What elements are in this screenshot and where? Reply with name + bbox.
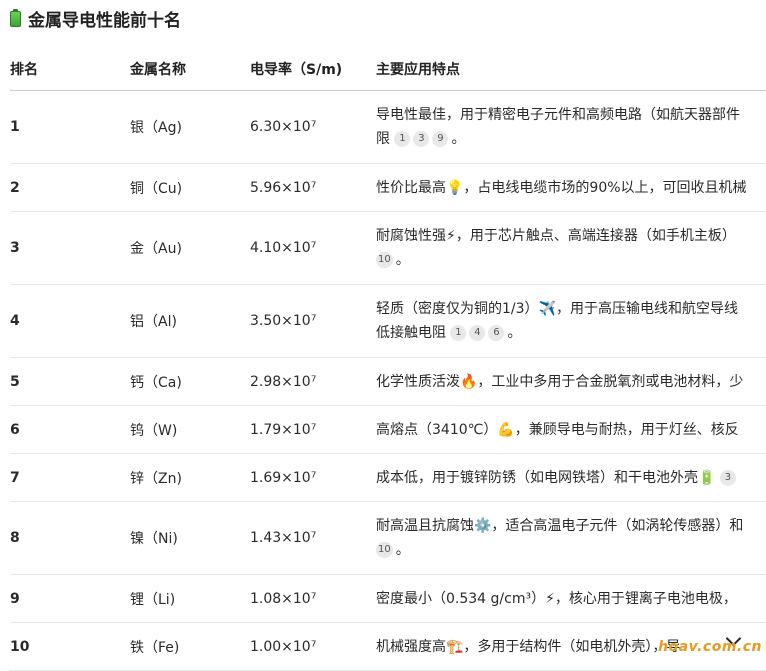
cell-application: 性价比最高💡，占电线电缆市场的90%以上，可回收且机械 [376,176,766,200]
application-line-1: 耐高温且抗腐蚀⚙️，适合高温电子元件（如涡轮传感器）和 [376,514,766,538]
page-title-text: 金属导电性能前十名 [28,10,181,31]
application-line-2: 10。 [376,538,766,562]
header-conductivity: 电导率（S/m) [250,62,343,78]
header-application: 主要应用特点 [376,62,460,78]
table-body: 1 银（Ag) 6.30×10⁷ 导电性最佳，用于精密电子元件和高频电路（如航天器部件… [10,91,766,671]
application-line-1: 密度最小（0.534 g/cm³）⚡，核心用于锂离子电池电极， [376,587,766,611]
application-tail: 。 [507,325,522,341]
cell-application: 耐高温且抗腐蚀⚙️，适合高温电子元件（如涡轮传感器）和 10。 [376,514,766,562]
table-row: 1 银（Ag) 6.30×10⁷ 导电性最佳，用于精密电子元件和高频电路（如航天器部件… [10,91,766,164]
citation-badge[interactable]: 3 [719,469,736,486]
cell-metal-name: 银（Ag) [130,120,182,136]
application-text: 高熔点（3410℃）💪，兼顾导电与耐热，用于灯丝、核反 [376,421,739,438]
cell-rank: 9 [10,590,20,607]
cell-conductivity: 1.79×10⁷ [250,421,317,438]
application-line-1: 高熔点（3410℃）💪，兼顾导电与耐热，用于灯丝、核反 [376,418,766,442]
table-row: 3 金（Au) 4.10×10⁷ 耐腐蚀性强⚡，用于芯片触点、高端连接器（如手机主板）… [10,212,766,285]
citation-badge[interactable]: 9 [432,131,449,147]
cell-conductivity: 1.00×10⁷ [250,638,317,655]
application-line-1: 化学性质活泼🔥，工业中多用于合金脱氧剂或电池材料，少 [376,370,766,394]
cell-conductivity: 1.08×10⁷ [250,590,317,607]
cell-rank: 8 [10,530,20,546]
application-text: 导电性最佳，用于精密电子元件和高频电路（如航天器部件 [376,107,740,123]
cell-metal-name: 铝（Al) [130,314,177,330]
table-row: 2 铜（Cu) 5.96×10⁷ 性价比最高💡，占电线电缆市场的90%以上，可回收且机… [10,164,766,212]
citation-badge[interactable]: 3 [413,131,430,147]
cell-conductivity: 6.30×10⁷ [250,119,317,135]
application-line-1: 轻质（密度仅为铜的1/3）✈️，用于高压输电线和航空导线 [376,297,766,321]
cell-rank: 5 [10,373,20,390]
citation-badge[interactable]: 6 [488,325,505,341]
application-line-1: 性价比最高💡，占电线电缆市场的90%以上，可回收且机械 [376,176,766,200]
cell-rank: 6 [10,421,20,438]
application-line-2: 低接触电阻 1 4 6。 [376,321,766,345]
cell-application: 耐腐蚀性强⚡，用于芯片触点、高端连接器（如手机主板） 10。 [376,224,766,272]
table-row: 8 镍（Ni) 1.43×10⁷ 耐高温且抗腐蚀⚙️，适合高温电子元件（如涡轮传感器）… [10,502,766,575]
cell-application: 密度最小（0.534 g/cm³）⚡，核心用于锂离子电池电极， [376,587,766,611]
citation-badge[interactable]: 1 [450,325,467,341]
table-row: 4 铝（Al) 3.50×10⁷ 轻质（密度仅为铜的1/3）✈️，用于高压输电线和航空… [10,285,766,358]
application-tail: 。 [451,131,466,147]
table-header: 排名 金属名称 电导率（S/m) 主要应用特点 [10,48,766,91]
application-text: 机械强度高🏗️，多用于结构件（如电机外壳），导 [376,638,681,655]
application-tail: 。 [395,542,410,558]
cell-rank: 1 [10,119,20,135]
cell-rank: 3 [10,240,20,256]
cell-conductivity: 1.69×10⁷ [250,469,317,486]
cell-metal-name: 铜（Cu) [130,180,183,197]
application-line-1: 耐腐蚀性强⚡，用于芯片触点、高端连接器（如手机主板） [376,224,766,248]
cell-application: 成本低，用于镀锌防锈（如电网铁塔）和干电池外壳🔋 3 [376,466,766,490]
cell-rank: 4 [10,313,20,329]
battery-icon [10,9,21,27]
application-text: 耐高温且抗腐蚀⚙️，适合高温电子元件（如涡轮传感器）和 [376,518,744,534]
cell-metal-name: 钨（W) [130,422,178,439]
cell-rank: 2 [10,179,20,196]
table-row: 7 锌（Zn) 1.69×10⁷ 成本低，用于镀锌防锈（如电网铁塔）和干电池外壳🔋 3 [10,454,766,502]
header-rank: 排名 [10,62,38,78]
page-title: 金属导电性能前十名 [10,5,181,31]
citation-badge[interactable]: 4 [469,325,486,341]
cell-conductivity: 3.50×10⁷ [250,313,317,329]
cell-metal-name: 镍（Ni) [130,531,178,547]
table-row: 5 钙（Ca) 2.98×10⁷ 化学性质活泼🔥，工业中多用于合金脱氧剂或电池材料，少 [10,358,766,406]
application-text: 低接触电阻 [376,325,446,341]
application-text: 轻质（密度仅为铜的1/3）✈️，用于高压输电线和航空导线 [376,301,738,317]
header-metal-name: 金属名称 [130,62,186,78]
cell-metal-name: 铁（Fe) [130,639,180,656]
citation-badge[interactable]: 10 [376,252,393,268]
table-row: 10 铁（Fe) 1.00×10⁷ 机械强度高🏗️，多用于结构件（如电机外壳），导 [10,623,766,671]
table-row: 6 钨（W) 1.79×10⁷ 高熔点（3410℃）💪，兼顾导电与耐热，用于灯丝、核反 [10,406,766,454]
cell-conductivity: 1.43×10⁷ [250,530,317,546]
metal-conductivity-table: 排名 金属名称 电导率（S/m) 主要应用特点 1 银（Ag) 6.30×10⁷ 导电… [10,48,766,671]
cell-metal-name: 金（Au) [130,241,182,257]
cell-application: 导电性最佳，用于精密电子元件和高频电路（如航天器部件限 1 3 9。 [376,103,766,151]
application-text: 成本低，用于镀锌防锈（如电网铁塔）和干电池外壳🔋 [376,469,716,486]
application-line-1: 成本低，用于镀锌防锈（如电网铁塔）和干电池外壳🔋 3 [376,466,766,490]
application-line-1: 导电性最佳，用于精密电子元件和高频电路（如航天器部件 [376,103,766,127]
cell-rank: 7 [10,469,20,486]
citation-badge[interactable]: 1 [394,131,411,147]
cell-rank: 10 [10,638,30,655]
watermark: hoav.com.cn [658,639,762,655]
cell-conductivity: 2.98×10⁷ [250,373,317,390]
cell-conductivity: 4.10×10⁷ [250,240,317,256]
application-text: 性价比最高💡，占电线电缆市场的90%以上，可回收且机械 [376,179,747,196]
cell-conductivity: 5.96×10⁷ [250,179,317,196]
application-line-2: 限 1 3 9。 [376,127,766,151]
cell-metal-name: 锂（Li) [130,591,176,608]
table-row: 9 锂（Li) 1.08×10⁷ 密度最小（0.534 g/cm³）⚡，核心用于锂离子… [10,575,766,623]
application-text: 化学性质活泼🔥，工业中多用于合金脱氧剂或电池材料，少 [376,373,744,390]
cell-application: 高熔点（3410℃）💪，兼顾导电与耐热，用于灯丝、核反 [376,418,766,442]
citation-badge[interactable]: 10 [376,542,393,558]
cell-metal-name: 锌（Zn) [130,470,182,487]
application-text: 密度最小（0.534 g/cm³）⚡，核心用于锂离子电池电极， [376,590,737,607]
cell-application: 化学性质活泼🔥，工业中多用于合金脱氧剂或电池材料，少 [376,370,766,394]
application-text: 耐腐蚀性强⚡，用于芯片触点、高端连接器（如手机主板） [376,228,736,244]
application-line-2: 10。 [376,248,766,272]
cell-metal-name: 钙（Ca) [130,374,182,391]
cell-application: 轻质（密度仅为铜的1/3）✈️，用于高压输电线和航空导线 低接触电阻 1 4 6。 [376,297,766,345]
application-tail: 。 [395,252,410,268]
application-text: 限 [376,131,390,147]
